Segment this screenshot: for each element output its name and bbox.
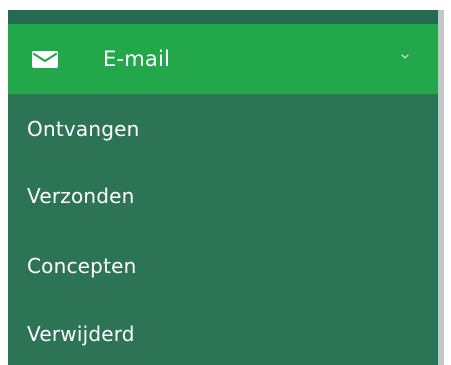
- submenu-item-verwijderd[interactable]: Verwijderd: [8, 306, 438, 365]
- submenu-item-ontvangen[interactable]: Ontvangen: [8, 101, 438, 161]
- submenu-item-label: Verzonden: [27, 184, 135, 208]
- submenu-item-label: Ontvangen: [27, 117, 140, 141]
- email-menu-toggle[interactable]: E-mail: [8, 24, 438, 94]
- submenu-item-label: Concepten: [27, 254, 137, 278]
- sidebar-top-strip: [8, 10, 438, 24]
- chevron-down-icon: [401, 54, 409, 59]
- mail-icon: [32, 51, 58, 68]
- scrollbar-edge: [438, 10, 444, 365]
- sidebar-navigation: E-mail Ontvangen Verzonden Concepten Ver…: [8, 10, 438, 365]
- submenu-item-verzonden[interactable]: Verzonden: [8, 168, 438, 228]
- screen: E-mail Ontvangen Verzonden Concepten Ver…: [0, 0, 451, 365]
- submenu-item-label: Verwijderd: [27, 322, 135, 346]
- submenu-item-concepten[interactable]: Concepten: [8, 238, 438, 298]
- email-menu-title: E-mail: [103, 47, 171, 71]
